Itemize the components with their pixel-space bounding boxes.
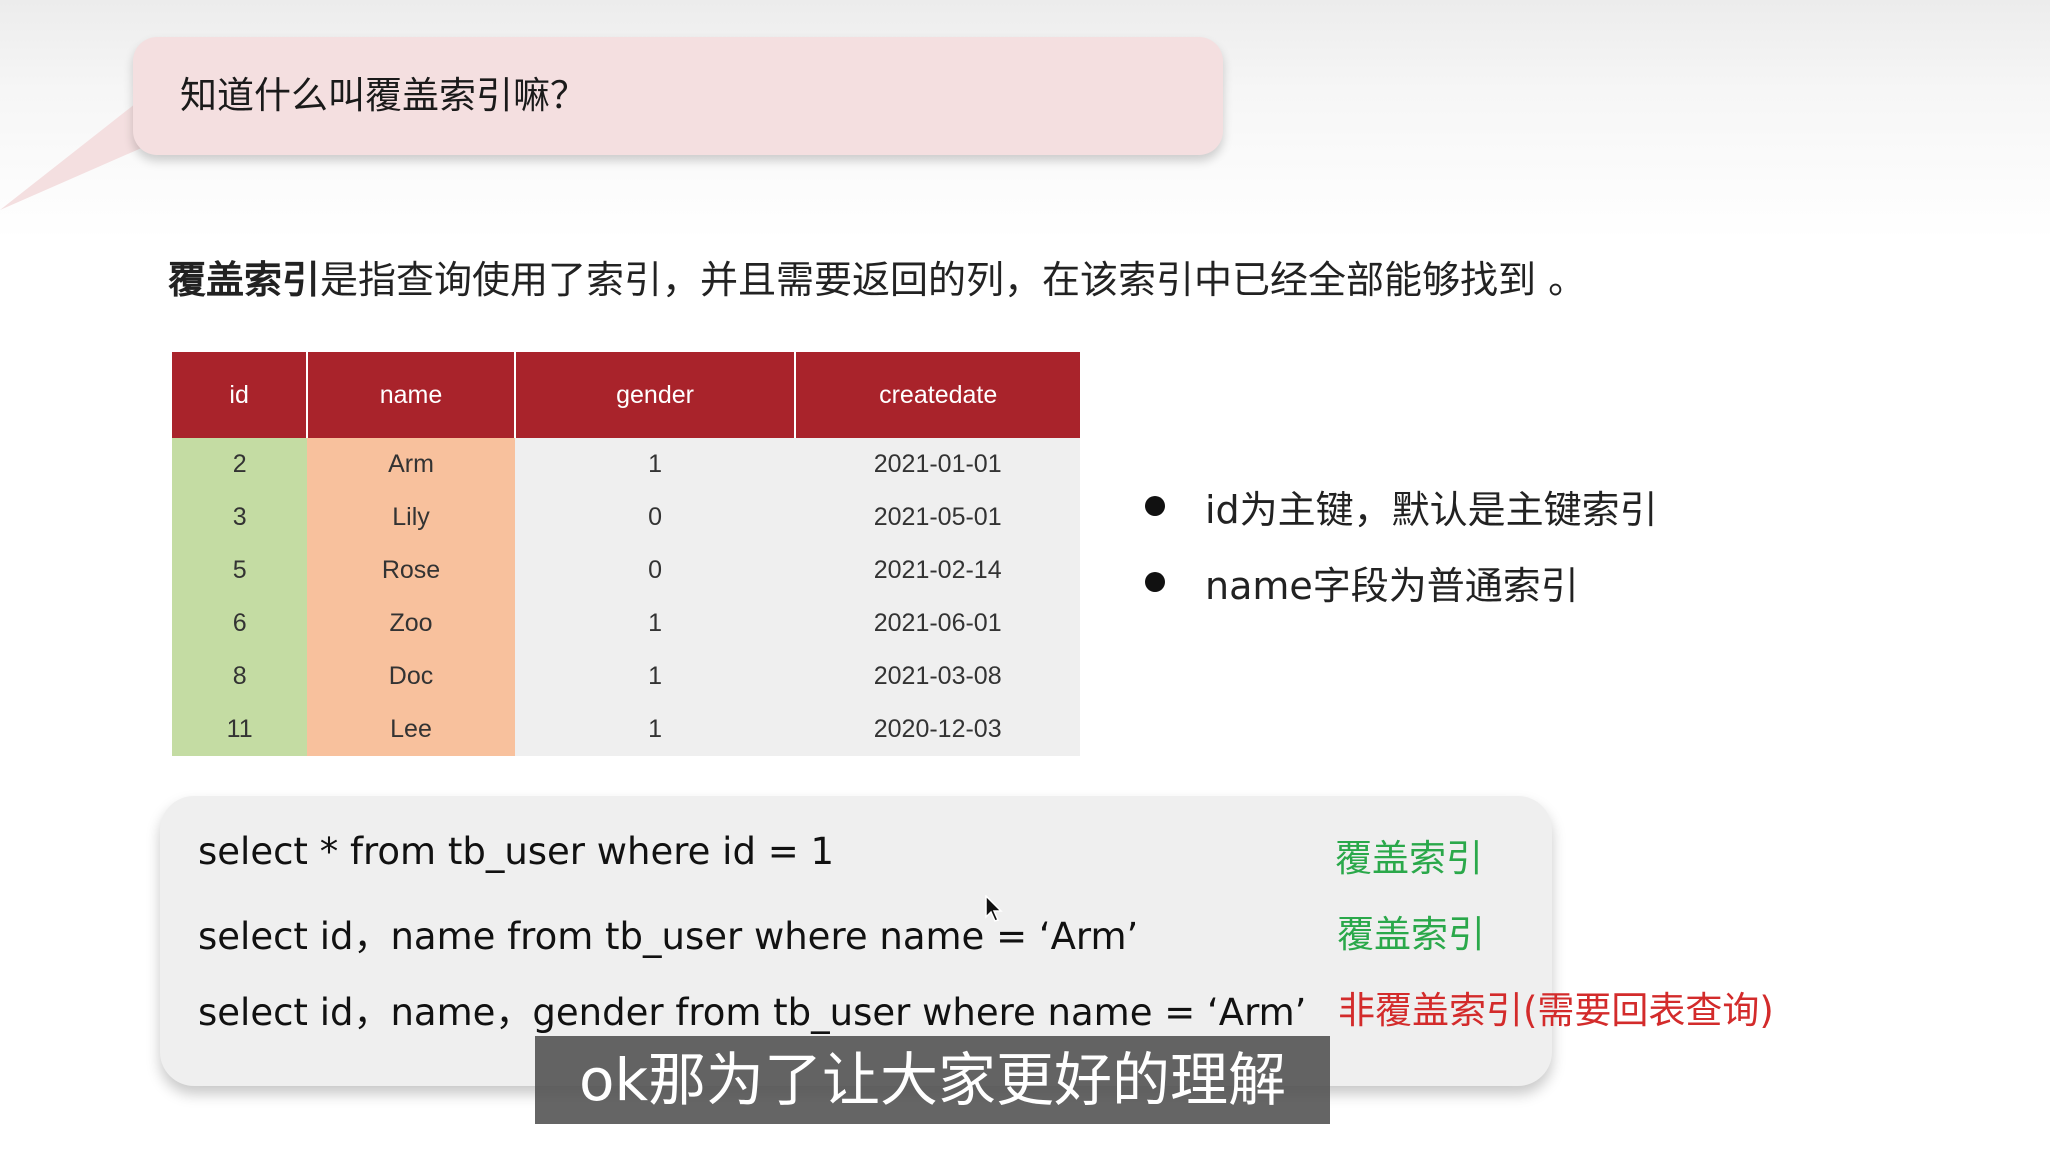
definition: 覆盖索引是指查询使用了索引，并且需要返回的列，在该索引中已经全部能够找到 。 [168, 252, 1586, 308]
cell-id: 3 [172, 491, 308, 544]
cell-createdate: 2021-02-14 [795, 544, 1080, 597]
cell-createdate: 2021-06-01 [795, 597, 1080, 650]
table-row: 2 Arm 1 2021-01-01 [172, 438, 1080, 491]
cell-name: Lily [307, 491, 515, 544]
cell-id: 8 [172, 650, 308, 703]
query-sql: select id，name，gender from tb_user where… [198, 991, 1307, 1034]
cell-createdate: 2021-03-08 [795, 650, 1080, 703]
bullet-text: name字段为普通索引 [1205, 563, 1579, 608]
cell-id: 2 [172, 438, 308, 491]
table-row: 11 Lee 1 2020-12-03 [172, 703, 1080, 756]
header-createdate: createdate [794, 352, 1080, 438]
cell-createdate: 2020-12-03 [795, 703, 1080, 756]
header-id: id [172, 352, 308, 438]
bullet-dot-icon [1145, 496, 1165, 516]
query-label-non-covering: 非覆盖索引(需要回表查询) [1338, 989, 1774, 1032]
header-name: name [306, 352, 515, 438]
cell-id: 6 [172, 597, 308, 650]
index-notes: id为主键，默认是主键索引 name字段为普通索引 [1145, 468, 1658, 620]
cell-gender: 1 [514, 438, 796, 491]
table-row: 5 Rose 0 2021-02-14 [172, 544, 1080, 597]
cell-name: Rose [307, 544, 515, 597]
cell-id: 5 [172, 544, 308, 597]
cell-name: Zoo [307, 597, 515, 650]
cell-name: Doc [307, 650, 515, 703]
query-sql: select * from tb_user where id = 1 [198, 830, 835, 873]
cell-gender: 1 [514, 597, 796, 650]
table-header-row: id name gender createdate [172, 352, 1080, 438]
cell-gender: 0 [514, 491, 796, 544]
header-gender: gender [513, 352, 796, 438]
cell-gender: 1 [514, 650, 796, 703]
cell-name: Arm [307, 438, 515, 491]
table-row: 8 Doc 1 2021-03-08 [172, 650, 1080, 703]
cell-gender: 1 [514, 703, 796, 756]
bullet-item: name字段为普通索引 [1145, 544, 1658, 620]
bullet-dot-icon [1145, 572, 1165, 592]
user-table: id name gender createdate 2 Arm 1 2021-0… [172, 352, 1080, 756]
video-subtitle: ok那为了让大家更好的理解 [535, 1036, 1330, 1124]
question-text: 知道什么叫覆盖索引嘛？ [180, 74, 587, 117]
table-row: 3 Lily 0 2021-05-01 [172, 491, 1080, 544]
bullet-item: id为主键，默认是主键索引 [1145, 468, 1658, 544]
cell-id: 11 [172, 703, 308, 756]
mouse-cursor-icon [985, 895, 1003, 922]
definition-text: 是指查询使用了索引，并且需要返回的列，在该索引中已经全部能够找到 。 [320, 258, 1587, 302]
definition-term: 覆盖索引 [168, 258, 321, 302]
table-row: 6 Zoo 1 2021-06-01 [172, 597, 1080, 650]
bullet-text: id为主键，默认是主键索引 [1205, 487, 1658, 532]
cell-createdate: 2021-05-01 [795, 491, 1080, 544]
cell-name: Lee [307, 703, 515, 756]
query-label-covering: 覆盖索引 [1337, 913, 1485, 956]
query-label-covering: 覆盖索引 [1335, 837, 1483, 880]
cell-createdate: 2021-01-01 [795, 438, 1080, 491]
cell-gender: 0 [514, 544, 796, 597]
